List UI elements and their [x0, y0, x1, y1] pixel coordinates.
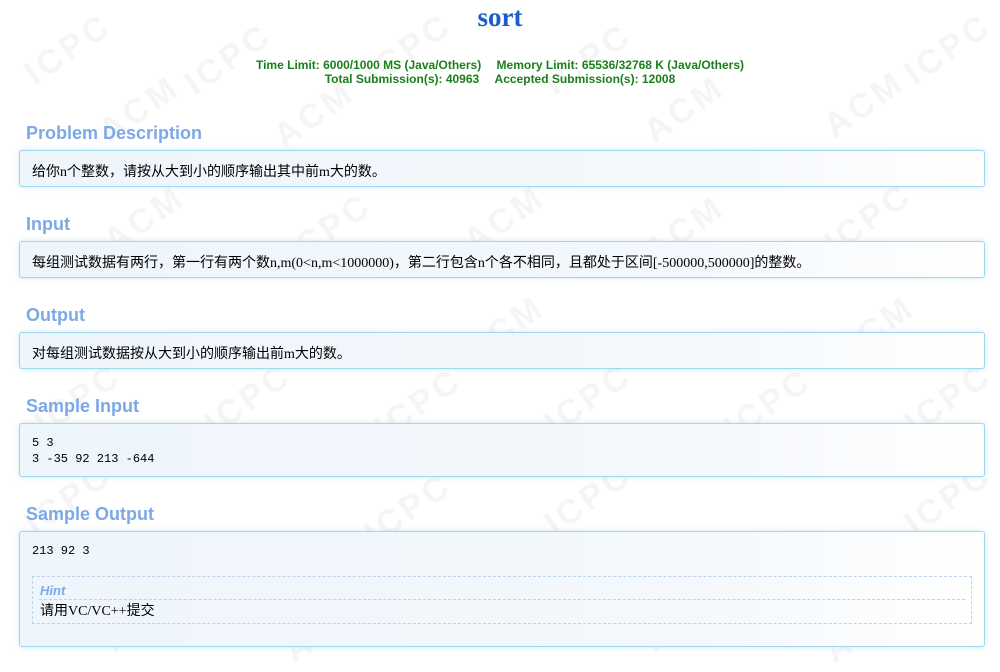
output-panel: 对每组测试数据按从大到小的顺序输出前m大的数。	[19, 332, 985, 369]
hint-text: 请用VC/VC++提交	[40, 604, 155, 619]
output-heading: Output	[26, 305, 85, 325]
sample-input-panel: 5 3 3 -35 92 213 -644	[19, 423, 985, 477]
problem-limits: Time Limit: 6000/1000 MS (Java/Others) M…	[0, 58, 1000, 86]
limits-row: Time Limit: 6000/1000 MS (Java/Others) M…	[0, 58, 1000, 72]
output-text: 对每组测试数据按从大到小的顺序输出前m大的数。	[32, 347, 351, 362]
sample-output-heading: Sample Output	[26, 504, 155, 524]
sample-input-line: 5 3	[32, 436, 54, 450]
sample-output-line: 213 92 3	[32, 544, 90, 558]
accepted-submissions: Accepted Submission(s): 12008	[494, 72, 676, 86]
time-limit: Time Limit: 6000/1000 MS (Java/Others)	[255, 58, 482, 72]
hint-divider	[39, 599, 965, 600]
hint-title: Hint	[40, 583, 66, 598]
hint-box: Hint 请用VC/VC++提交	[32, 576, 972, 624]
problem-title: sort	[477, 2, 523, 32]
sample-output-panel: 213 92 3 Hint 请用VC/VC++提交	[19, 531, 985, 647]
input-panel: 每组测试数据有两行，第一行有两个数n,m(0<n,m<1000000)，第二行包…	[19, 241, 985, 278]
total-submissions: Total Submission(s): 40963	[324, 72, 480, 86]
sample-input-heading: Sample Input	[26, 396, 140, 416]
input-text: 每组测试数据有两行，第一行有两个数n,m(0<n,m<1000000)，第二行包…	[32, 256, 811, 271]
memory-limit: Memory Limit: 65536/32768 K (Java/Others…	[496, 58, 744, 72]
submissions-row: Total Submission(s): 40963 Accepted Subm…	[0, 72, 1000, 86]
problem-description-heading: Problem Description	[26, 123, 203, 143]
input-heading: Input	[26, 214, 70, 234]
problem-description-text: 给你n个整数，请按从大到小的顺序输出其中前m大的数。	[32, 165, 386, 180]
sample-input-line: 3 -35 92 213 -644	[32, 452, 155, 466]
problem-description-panel: 给你n个整数，请按从大到小的顺序输出其中前m大的数。	[19, 150, 985, 187]
